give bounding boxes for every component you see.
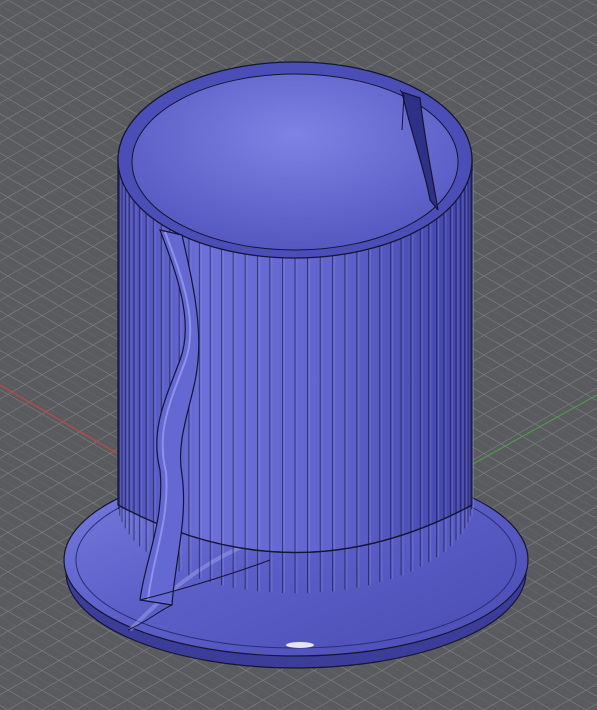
cylinder-opening[interactable] bbox=[117, 61, 473, 259]
grid-line bbox=[551, 0, 597, 27]
grid-line bbox=[0, 704, 9, 710]
grid-line bbox=[551, 683, 597, 710]
grid-line bbox=[585, 703, 597, 710]
cad-3d-viewport[interactable] bbox=[0, 0, 597, 710]
grid-line bbox=[585, 0, 597, 7]
specular-highlight bbox=[286, 642, 314, 648]
grid-line bbox=[0, 0, 9, 6]
grid-line bbox=[517, 663, 597, 710]
model-canvas[interactable] bbox=[0, 0, 597, 710]
grid-line bbox=[517, 0, 597, 47]
grid-line-minor bbox=[0, 675, 60, 710]
